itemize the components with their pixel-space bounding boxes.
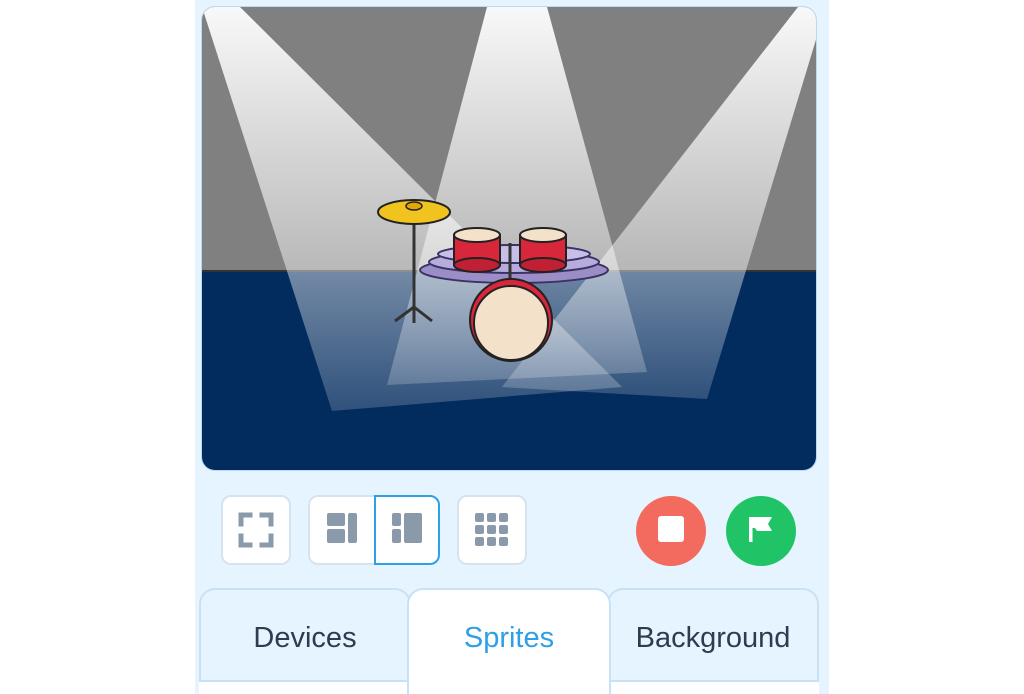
tab-sprites-label: Sprites xyxy=(463,622,555,654)
stage-layout-toggle xyxy=(308,495,440,565)
fullscreen-button[interactable] xyxy=(221,495,291,565)
fullscreen-icon xyxy=(238,512,274,548)
green-flag-button[interactable] xyxy=(726,496,796,566)
large-stage-button[interactable] xyxy=(374,495,440,565)
small-stage-button[interactable] xyxy=(308,495,374,565)
large-stage-layout-icon xyxy=(391,512,423,549)
tab-devices[interactable]: Devices xyxy=(199,588,411,694)
panel-tabs: Devices Sprites Background xyxy=(199,588,819,694)
stop-icon xyxy=(658,515,684,547)
green-flag-icon xyxy=(746,514,776,549)
small-stage-layout-icon xyxy=(326,512,358,549)
stop-button[interactable] xyxy=(636,496,706,566)
grid-view-icon xyxy=(474,512,510,548)
stage-canvas[interactable] xyxy=(201,6,817,471)
tab-background[interactable]: Background xyxy=(607,588,819,694)
tab-sprites[interactable]: Sprites xyxy=(407,588,611,694)
grid-view-button[interactable] xyxy=(457,495,527,565)
